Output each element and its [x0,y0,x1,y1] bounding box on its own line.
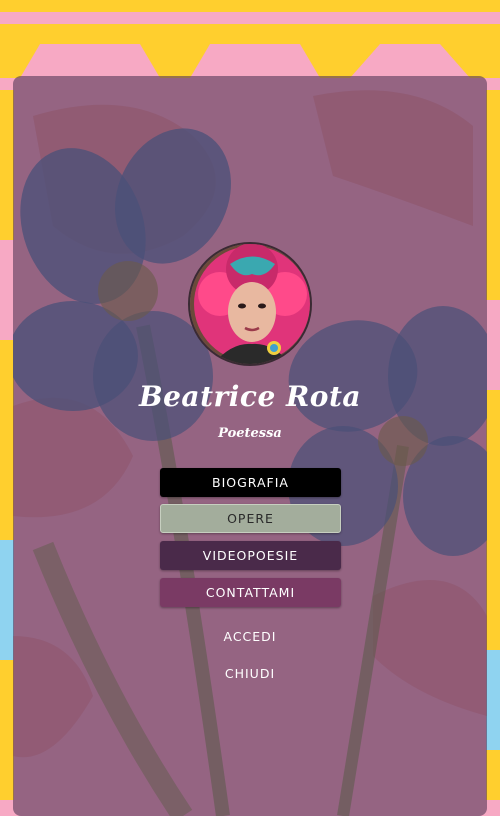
contattami-button[interactable]: CONTATTAMI [160,578,341,607]
profile-name: Beatrice Rota [138,380,362,413]
videopoesie-button[interactable]: VIDEOPOESIE [160,541,341,570]
biografia-button[interactable]: BIOGRAFIA [160,468,341,497]
profile-subtitle: Poetessa [218,426,282,441]
avatar [188,242,312,366]
opere-button[interactable]: OPERE [160,504,341,533]
login-link[interactable]: ACCEDI [0,629,500,644]
profile-card [13,76,487,816]
close-link[interactable]: CHIUDI [0,666,500,681]
flower-illustration [13,90,487,816]
